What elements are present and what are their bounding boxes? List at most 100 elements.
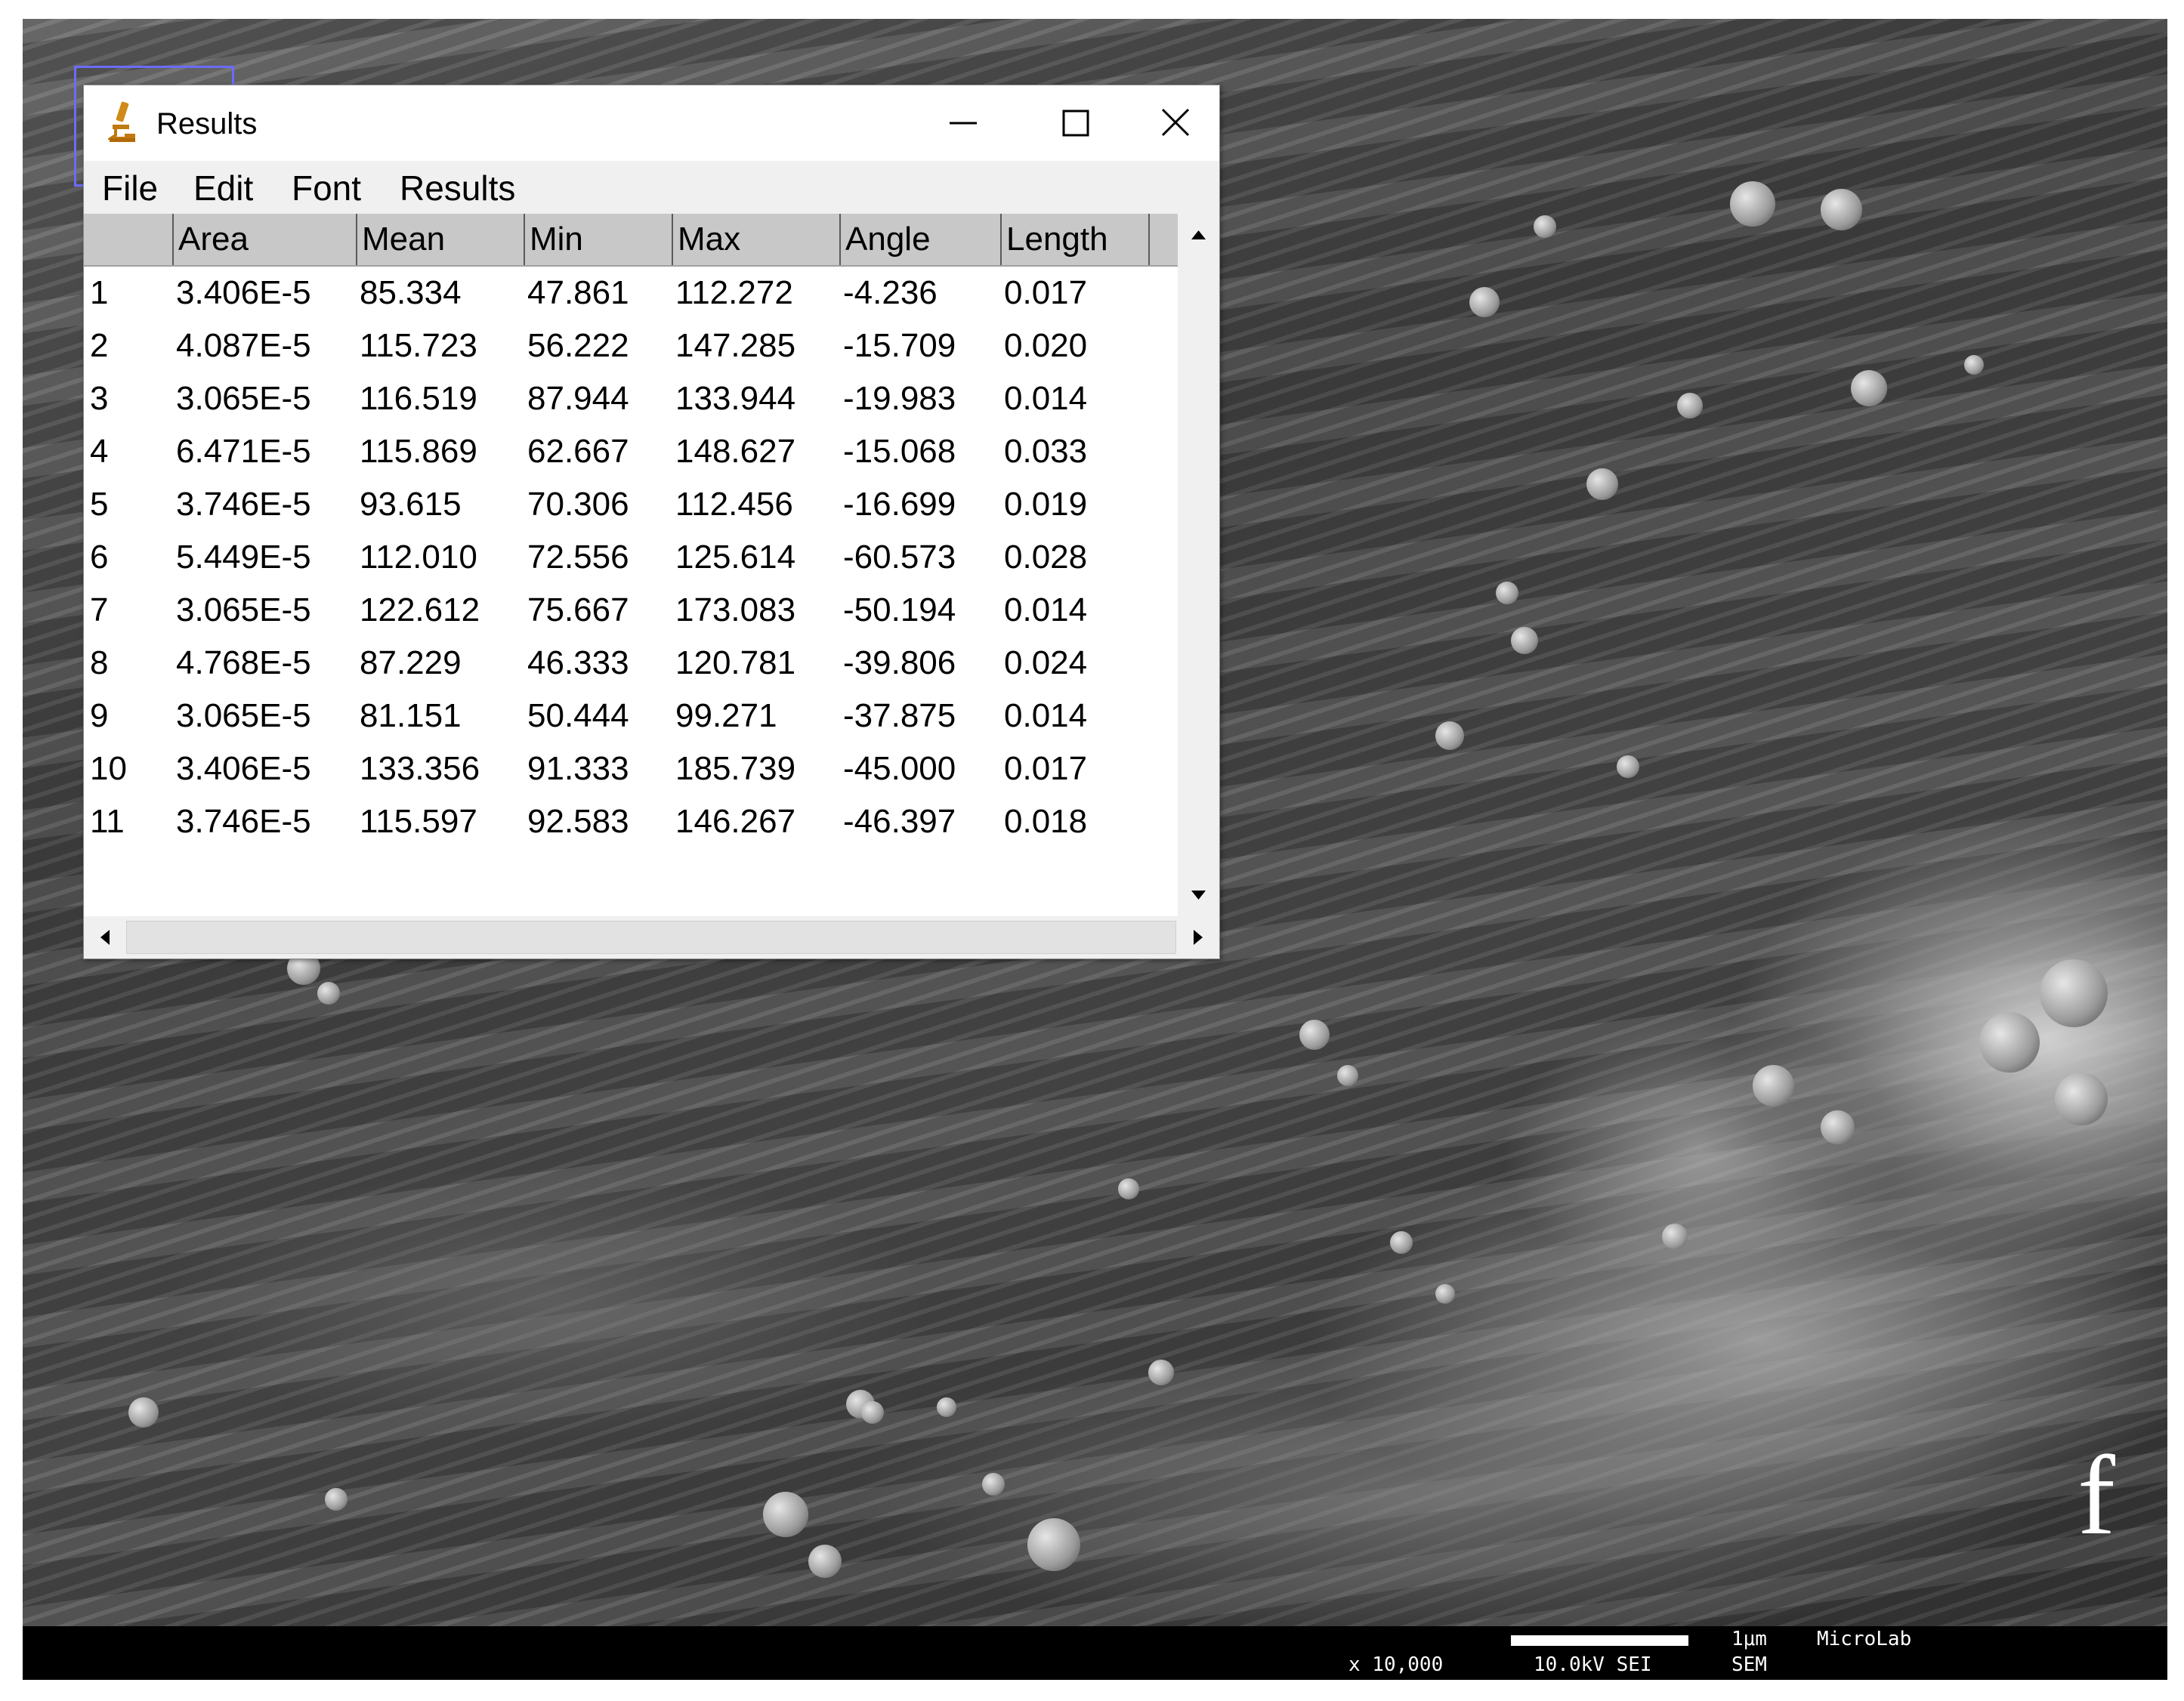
cell-max: 99.271: [675, 697, 777, 734]
results-table: Area Mean Min Max Angle Length 1 3.406E-5…: [84, 214, 1178, 916]
cell-index: 11: [90, 803, 125, 840]
title-bar[interactable]: Results: [84, 85, 1219, 161]
column-header-angle[interactable]: Angle: [839, 214, 1000, 265]
cell-min: 50.444: [527, 697, 629, 734]
particle: [1496, 582, 1518, 604]
scroll-left-arrow-icon[interactable]: [84, 916, 126, 959]
particle: [128, 1397, 159, 1428]
cell-mean: 116.519: [360, 380, 477, 417]
cell-length: 0.028: [1004, 539, 1088, 576]
particle: [982, 1473, 1005, 1496]
particle: [1118, 1178, 1139, 1199]
voltage-label: 10.0kV SEI: [1534, 1653, 1652, 1676]
cell-angle: -15.068: [843, 433, 956, 470]
cell-max: 112.456: [675, 486, 793, 523]
maximize-button[interactable]: [1019, 85, 1132, 161]
scale-bar: [1511, 1635, 1688, 1646]
table-row[interactable]: 5 3.746E-5 93.615 70.306 112.456 -16.699 0.019: [84, 478, 1178, 531]
detector-label: SEM: [1731, 1653, 1767, 1676]
cell-index: 8: [90, 644, 109, 681]
column-header-area[interactable]: Area: [172, 214, 356, 265]
table-row[interactable]: 2 4.087E-5 115.723 56.222 147.285 -15.709 0.02…: [84, 320, 1178, 372]
cell-angle: -45.000: [843, 750, 956, 787]
cell-area: 3.746E-5: [176, 803, 311, 840]
table-row[interactable]: 7 3.065E-5 122.612 75.667 173.083 -50.194 0.01…: [84, 584, 1178, 637]
cell-max: 112.272: [675, 274, 793, 311]
cell-area: 3.406E-5: [176, 750, 311, 787]
scroll-right-arrow-icon[interactable]: [1177, 916, 1219, 959]
close-button[interactable]: [1132, 85, 1219, 161]
maximize-icon: [1062, 110, 1089, 137]
table-row[interactable]: 1 3.406E-5 85.334 47.861 112.272 -4.236 0.017: [84, 267, 1178, 320]
cell-mean: 112.010: [360, 539, 477, 576]
table-row[interactable]: 6 5.449E-5 112.010 72.556 125.614 -60.573 0.02…: [84, 531, 1178, 584]
table-row[interactable]: 11 3.746E-5 115.597 92.583 146.267 -46.397 0.0…: [84, 795, 1178, 848]
cell-mean: 115.723: [360, 327, 477, 364]
cell-max: 147.285: [675, 327, 796, 364]
cell-min: 87.944: [527, 380, 629, 417]
column-header-length[interactable]: Length: [1000, 214, 1148, 265]
particle: [1390, 1231, 1413, 1254]
cell-length: 0.018: [1004, 803, 1088, 840]
table-row[interactable]: 9 3.065E-5 81.151 50.444 99.271 -37.875 0.014: [84, 690, 1178, 742]
menu-file[interactable]: File: [102, 167, 158, 209]
particle: [1662, 1224, 1688, 1249]
particle: [2040, 959, 2108, 1027]
particle: [1148, 1360, 1174, 1385]
window-title: Results: [156, 107, 258, 140]
microscope-icon: [108, 101, 135, 142]
vertical-scrollbar[interactable]: [1178, 214, 1219, 916]
menu-bar: File Edit Font Results: [84, 161, 1219, 214]
cell-mean: 115.597: [360, 803, 477, 840]
cell-index: 4: [90, 433, 109, 470]
particle: [1586, 468, 1618, 500]
column-header-max[interactable]: Max: [672, 214, 839, 265]
menu-results[interactable]: Results: [400, 167, 515, 209]
cell-length: 0.017: [1004, 274, 1088, 311]
horizontal-scroll-thumb[interactable]: [126, 921, 1176, 954]
menu-edit[interactable]: Edit: [193, 167, 253, 209]
cell-angle: -39.806: [843, 644, 956, 681]
particle: [1511, 627, 1538, 654]
cell-index: 10: [90, 750, 127, 787]
cell-angle: -50.194: [843, 591, 956, 628]
particle: [861, 1401, 884, 1424]
cell-mean: 85.334: [360, 274, 462, 311]
cell-index: 3: [90, 380, 109, 417]
particle: [1821, 189, 1862, 230]
minimize-button[interactable]: [906, 85, 1019, 161]
particle: [1534, 215, 1556, 238]
table-row[interactable]: 4 6.471E-5 115.869 62.667 148.627 -15.068 0.03…: [84, 425, 1178, 478]
table-row[interactable]: 10 3.406E-5 133.356 91.333 185.739 -45.000 0.0…: [84, 742, 1178, 795]
column-header-mean[interactable]: Mean: [356, 214, 524, 265]
particle: [1435, 721, 1464, 750]
column-header-min[interactable]: Min: [524, 214, 672, 265]
scroll-up-arrow-icon[interactable]: [1178, 214, 1219, 256]
cell-length: 0.014: [1004, 380, 1088, 417]
results-window[interactable]: Results File Edit Font Results Area Mean…: [83, 85, 1220, 959]
table-row[interactable]: 8 4.768E-5 87.229 46.333 120.781 -39.806 0.024: [84, 637, 1178, 690]
cell-length: 0.020: [1004, 327, 1088, 364]
table-row[interactable]: 3 3.065E-5 116.519 87.944 133.944 -19.983 0.01…: [84, 372, 1178, 425]
cell-index: 6: [90, 539, 109, 576]
panel-label: f: [2077, 1433, 2115, 1558]
cell-mean: 122.612: [360, 591, 480, 628]
cell-mean: 87.229: [360, 644, 462, 681]
particle: [1753, 1065, 1794, 1107]
cell-max: 133.944: [675, 380, 796, 417]
cell-angle: -15.709: [843, 327, 956, 364]
horizontal-scrollbar[interactable]: [84, 916, 1219, 959]
cell-angle: -37.875: [843, 697, 956, 734]
cell-area: 5.449E-5: [176, 539, 311, 576]
cell-area: 4.087E-5: [176, 327, 311, 364]
column-header-index[interactable]: [84, 214, 172, 265]
scroll-down-arrow-icon[interactable]: [1178, 874, 1219, 916]
cell-index: 5: [90, 486, 109, 523]
cell-area: 3.065E-5: [176, 591, 311, 628]
sem-info-bar: x 10,000 10.0kV SEI 1μm SEM MicroLab: [23, 1626, 2167, 1680]
cell-index: 7: [90, 591, 109, 628]
cell-length: 0.033: [1004, 433, 1088, 470]
particle: [1979, 1012, 2040, 1073]
particle: [1469, 287, 1500, 317]
menu-font[interactable]: Font: [292, 167, 361, 209]
